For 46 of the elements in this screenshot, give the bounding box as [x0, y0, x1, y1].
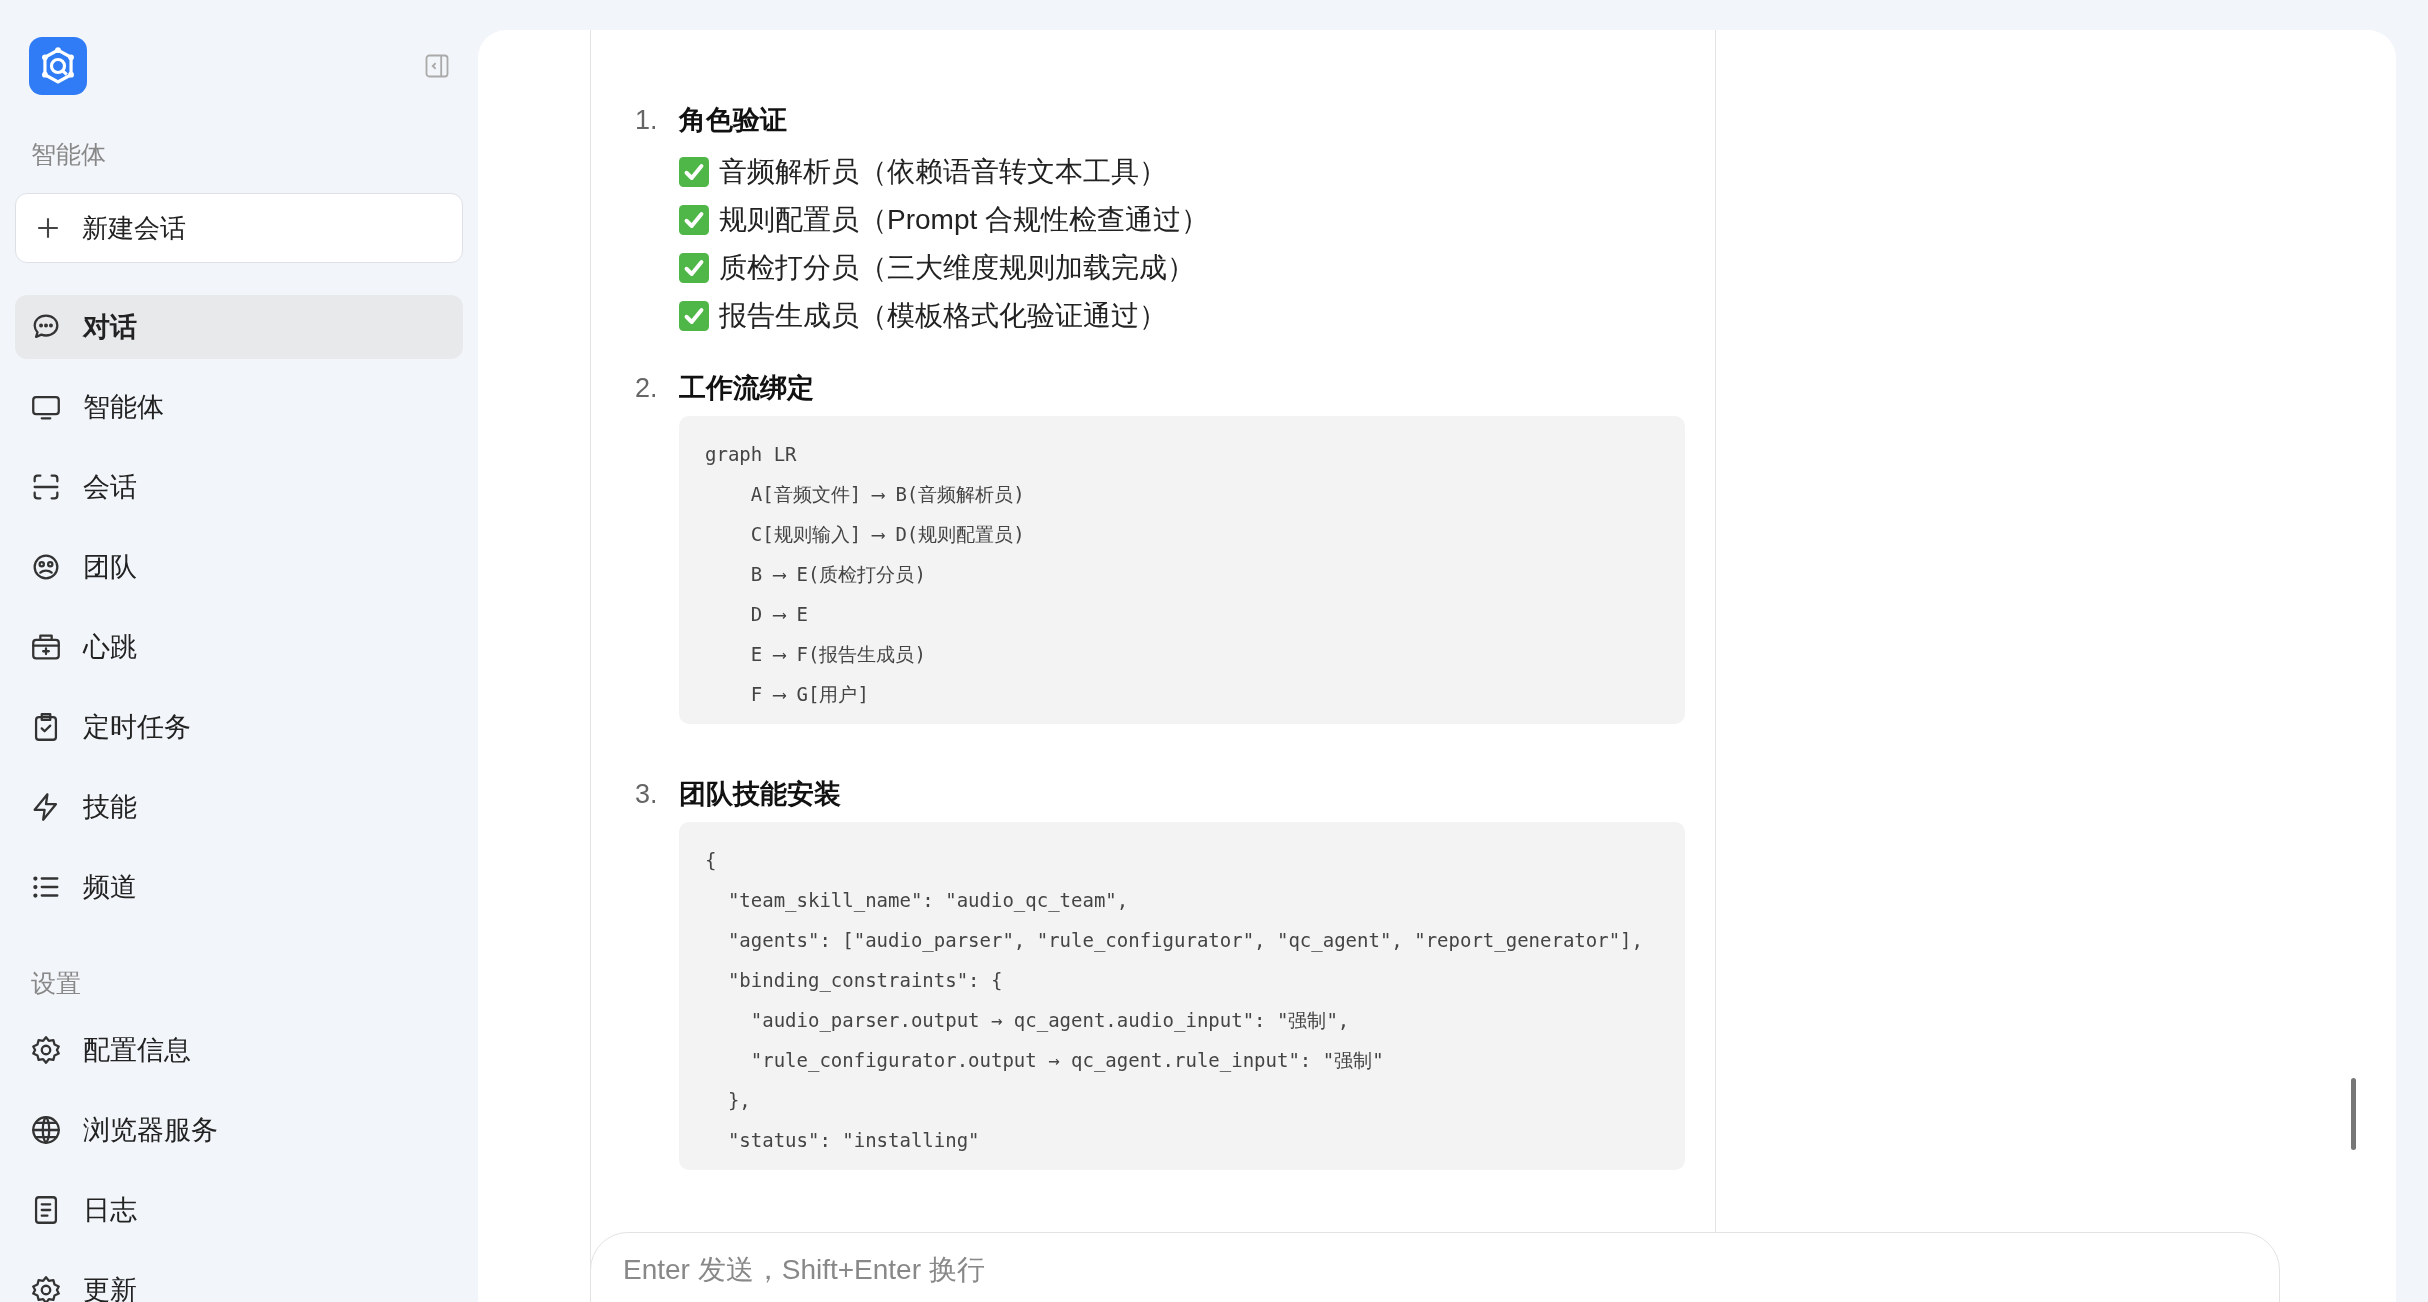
nav-item[interactable]: 团队: [15, 535, 463, 599]
code-line: F ⟶ G[用户]: [749, 682, 870, 707]
app-logo-icon: [29, 37, 87, 95]
check-item-text: 规则配置员（Prompt 合规性检查通过）: [719, 203, 1210, 237]
step-heading: 工作流绑定: [679, 372, 814, 405]
scrollbar-thumb[interactable]: [2351, 1078, 2356, 1150]
check-item-text: 音频解析员（依赖语音转文本工具）: [719, 155, 1167, 189]
check-item-text: 质检打分员（三大维度规则加载完成）: [719, 251, 1195, 285]
nav-item[interactable]: 频道: [15, 855, 463, 919]
code-line: "team_skill_name": "audio_qc_team",: [726, 888, 1130, 914]
settings-icon: [29, 1033, 63, 1067]
nav-item[interactable]: 定时任务: [15, 695, 463, 759]
list-number: 1.: [635, 104, 659, 136]
nav-item[interactable]: 会话: [15, 455, 463, 519]
nav-item[interactable]: 心跳: [15, 615, 463, 679]
code-line: B ⟶ E(质检打分员): [749, 562, 927, 587]
message-input[interactable]: Enter 发送，Shift+Enter 换行: [590, 1232, 2280, 1302]
nav-item[interactable]: 技能: [15, 775, 463, 839]
code-line: C[规则输入] ⟶ D(规则配置员): [749, 522, 1026, 547]
code-line: "status": "installing": [726, 1128, 981, 1153]
code-line: A[音频文件] ⟶ B(音频解析员): [749, 482, 1026, 507]
nav-item[interactable]: 配置信息: [15, 1018, 463, 1082]
list-number: 2.: [635, 372, 659, 404]
code-line: E ⟶ F(报告生成员): [749, 642, 927, 667]
nav-item[interactable]: 浏览器服务: [15, 1098, 463, 1162]
code-line: graph LR: [705, 442, 798, 467]
new-chat-button[interactable]: 新建会话: [15, 193, 463, 263]
code-line: {: [705, 848, 718, 873]
code-line: },: [726, 1088, 752, 1113]
settings-icon: [29, 1273, 63, 1302]
nav-item[interactable]: 智能体: [15, 375, 463, 439]
code-line: "rule_configurator.output → qc_agent.rule_input": "强制": [749, 1048, 1385, 1074]
list-number: 3.: [635, 778, 659, 810]
code-line: "binding_constraints": {: [726, 968, 1004, 994]
section-label: 智能体: [31, 139, 107, 170]
code-line: "audio_parser.output → qc_agent.audio_input": "强制",: [749, 1008, 1351, 1034]
step-heading: 角色验证: [679, 104, 787, 137]
check-item-text: 报告生成员（模板格式化验证通过）: [719, 299, 1167, 333]
globe-icon: [29, 1113, 63, 1147]
code-line: "agents": ["audio_parser", "rule_configurator", "qc_agent", "report_generator"],: [726, 928, 1644, 954]
nav-item[interactable]: 日志: [15, 1178, 463, 1242]
nav-item[interactable]: 对话: [15, 295, 463, 359]
sidebar-toggle-icon[interactable]: [423, 52, 451, 80]
section-label: 设置: [31, 968, 82, 999]
code-line: D ⟶ E: [749, 602, 809, 627]
step-heading: 团队技能安装: [679, 778, 841, 811]
